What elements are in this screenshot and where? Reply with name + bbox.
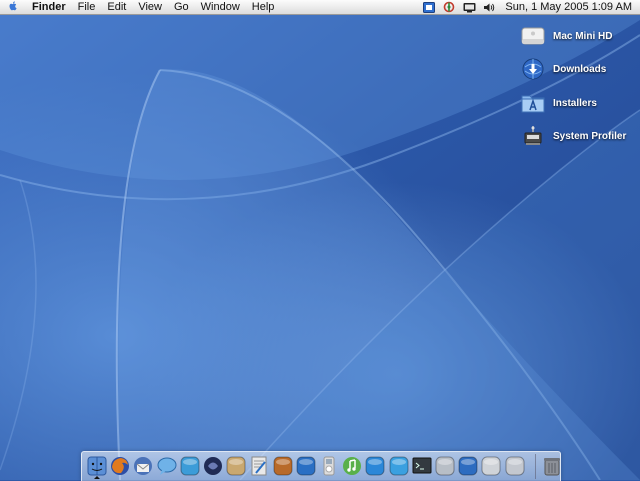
finder-icon (87, 456, 107, 476)
dock-item-ichat[interactable] (156, 455, 178, 477)
ipod-icon (323, 456, 335, 476)
desktop-icon-system-profiler[interactable]: System Profiler (510, 122, 640, 150)
dock (81, 451, 561, 481)
dock-item-package[interactable] (225, 455, 247, 477)
dock-item-itunes[interactable] (341, 455, 363, 477)
menu-view[interactable]: View (132, 0, 168, 14)
dock-item-quicktime[interactable] (364, 455, 386, 477)
apple-menu-button[interactable] (0, 0, 26, 14)
preferences-icon (505, 456, 525, 476)
dock-item-trash[interactable] (541, 455, 563, 477)
volume-icon[interactable] (481, 1, 497, 13)
terminal-icon (412, 457, 432, 474)
thunderbird-icon (134, 457, 153, 475)
desktop-icon-label: Mac Mini HD (553, 30, 613, 42)
dock-item-dictionary[interactable] (295, 455, 317, 477)
menu-window[interactable]: Window (195, 0, 246, 14)
textedit-icon (251, 456, 267, 476)
dock-item-photos[interactable] (272, 455, 294, 477)
apple-logo-icon (7, 0, 19, 15)
menu-finder[interactable]: Finder (26, 0, 72, 14)
trash-icon (543, 458, 560, 476)
dock-item-preferences[interactable] (504, 455, 526, 477)
network-icon[interactable] (441, 1, 457, 13)
dock-item-disk-utility[interactable] (434, 455, 456, 477)
downloads-folder-icon (520, 56, 546, 82)
firefox-icon (111, 457, 130, 475)
ichat-icon (157, 457, 177, 475)
dictionary-icon (296, 456, 316, 476)
quicktime-icon (365, 456, 385, 476)
dock-item-network[interactable] (179, 455, 201, 477)
desktop-icon-label: System Profiler (553, 130, 627, 142)
dock-item-textedit[interactable] (248, 455, 270, 477)
desktop-icon-label: Installers (553, 97, 597, 109)
display-icon[interactable] (421, 1, 437, 13)
menu-go[interactable]: Go (168, 0, 195, 14)
hard-drive-icon (520, 23, 546, 49)
network-icon (180, 456, 200, 476)
media-player-icon (389, 456, 409, 476)
menu-help[interactable]: Help (246, 0, 281, 14)
desktop-icon-label: Downloads (553, 63, 607, 75)
photos-icon (273, 456, 293, 476)
package-icon (226, 456, 246, 476)
dock-item-firefox[interactable] (109, 455, 131, 477)
menu-edit[interactable]: Edit (101, 0, 132, 14)
dock-item-itunes-blue[interactable] (457, 455, 479, 477)
dock-item-terminal[interactable] (411, 455, 433, 477)
dock-item-thunderbird[interactable] (132, 455, 154, 477)
desktop-icon-downloads[interactable]: Downloads (510, 55, 640, 83)
dock-running-indicator (94, 476, 100, 479)
drive-icon (481, 456, 501, 476)
dock-item-drive[interactable] (480, 455, 502, 477)
dock-separator (534, 454, 536, 479)
dock-item-finder[interactable] (86, 455, 108, 477)
dock-item-media-player[interactable] (388, 455, 410, 477)
system-profiler-icon (520, 123, 546, 149)
dock-item-ipod[interactable] (318, 455, 340, 477)
menu-file[interactable]: File (72, 0, 102, 14)
itunes-blue-icon (458, 456, 478, 476)
desktop-icon-installers[interactable]: Installers (510, 89, 640, 117)
menu-extras (419, 0, 499, 14)
battery-icon[interactable] (461, 1, 477, 13)
dock-item-shadow[interactable] (202, 455, 224, 477)
installers-folder-icon (520, 90, 546, 116)
itunes-icon (343, 457, 362, 475)
shadow-icon (204, 457, 222, 475)
desktop-icon-mac-mini-hd[interactable]: Mac Mini HD (510, 22, 640, 50)
menubar-clock[interactable]: Sun, 1 May 2005 1:09 AM (499, 0, 640, 14)
disk-utility-icon (435, 456, 455, 476)
menu-bar: Finder File Edit View Go Window Help Sun… (0, 0, 640, 15)
